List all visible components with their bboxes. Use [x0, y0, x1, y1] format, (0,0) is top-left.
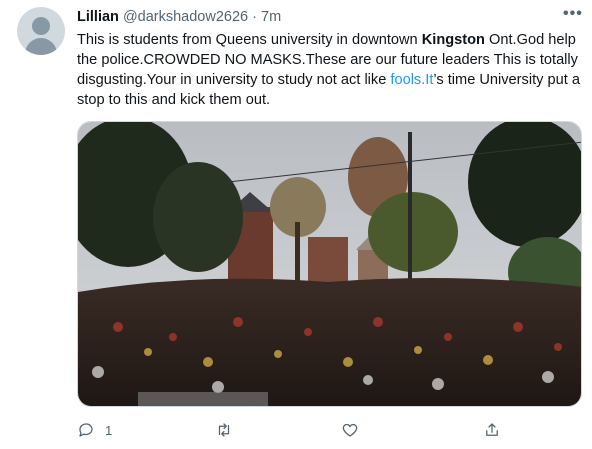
user-handle[interactable]: @darkshadow2626 — [123, 9, 248, 25]
tweet-header: Lillian @darkshadow2626 · 7m — [77, 8, 281, 26]
reply-count: 1 — [105, 422, 113, 438]
tweet-text-part1: This is students from Queens university … — [77, 32, 422, 48]
share-button[interactable] — [483, 418, 501, 442]
separator-dot: · — [252, 9, 257, 25]
tweet-text: This is students from Queens university … — [77, 30, 582, 110]
reply-icon — [79, 423, 93, 437]
tweet-photo[interactable] — [77, 121, 582, 407]
retweet-icon — [218, 423, 230, 437]
timestamp[interactable]: 7m — [261, 9, 281, 25]
retweet-button[interactable] — [215, 418, 233, 442]
like-icon — [342, 423, 358, 437]
reply-button[interactable]: 1 — [77, 418, 112, 442]
avatar[interactable] — [17, 7, 65, 55]
like-button[interactable] — [341, 418, 359, 442]
more-horizontal-icon[interactable]: ••• — [563, 5, 583, 23]
display-name[interactable]: Lillian — [77, 9, 119, 25]
avatar-head-shape — [32, 17, 50, 35]
tweet-actions: 1 — [77, 418, 582, 442]
tweet[interactable]: Lillian @darkshadow2626 · 7m ••• This is… — [0, 0, 592, 449]
tweet-link[interactable]: fools.It — [390, 72, 433, 88]
avatar-body-shape — [25, 38, 57, 55]
share-icon — [486, 423, 498, 436]
tweet-text-bold: Kingston — [421, 32, 485, 48]
photo-crowd-street — [78, 122, 581, 406]
